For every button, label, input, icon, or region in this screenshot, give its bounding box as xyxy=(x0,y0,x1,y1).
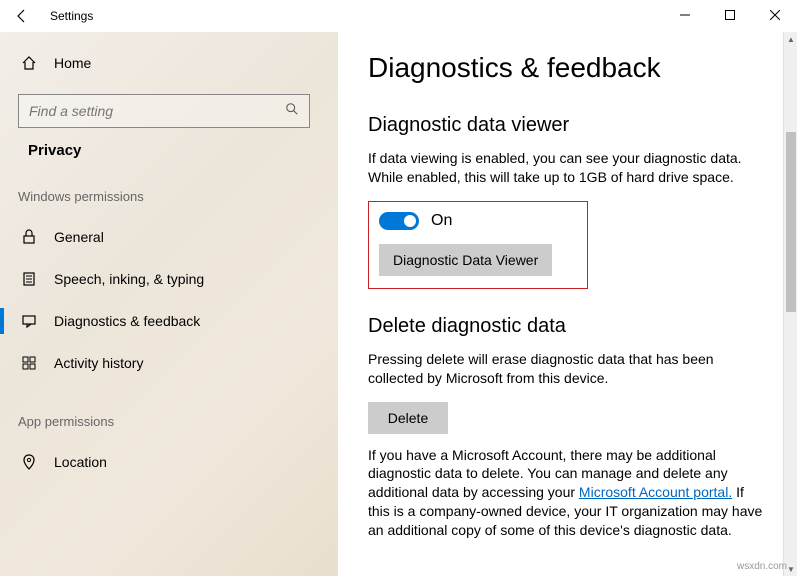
sidebar-item-label: Location xyxy=(54,454,107,470)
scroll-up-icon[interactable]: ▲ xyxy=(784,32,797,46)
scrollbar-thumb[interactable] xyxy=(786,132,796,312)
sidebar-item-diagnostics[interactable]: Diagnostics & feedback xyxy=(10,300,318,342)
window-controls xyxy=(662,0,797,30)
sidebar-group-label: Privacy xyxy=(10,142,318,159)
watermark: wsxdn.com xyxy=(737,561,787,572)
sidebar-item-label: Home xyxy=(54,55,91,71)
back-button[interactable] xyxy=(0,0,44,32)
sidebar-item-speech[interactable]: Speech, inking, & typing xyxy=(10,258,318,300)
clipboard-icon xyxy=(20,270,38,288)
viewer-toggle[interactable] xyxy=(379,212,419,230)
activity-icon xyxy=(20,354,38,372)
feedback-icon xyxy=(20,312,38,330)
delete-description: Pressing delete will erase diagnostic da… xyxy=(368,350,767,388)
diagnostic-data-viewer-button[interactable]: Diagnostic Data Viewer xyxy=(379,244,552,276)
location-icon xyxy=(20,453,38,471)
toggle-knob xyxy=(404,215,416,227)
sidebar: Home Privacy Windows permissions General xyxy=(0,32,338,576)
search-input[interactable] xyxy=(29,103,245,119)
sidebar-item-home[interactable]: Home xyxy=(10,42,318,84)
maximize-button[interactable] xyxy=(707,0,752,30)
sidebar-item-label: Speech, inking, & typing xyxy=(54,271,204,287)
minimize-button[interactable] xyxy=(662,0,707,30)
page-title: Diagnostics & feedback xyxy=(368,52,767,84)
sidebar-item-activity[interactable]: Activity history xyxy=(10,342,318,384)
content-scrollbar[interactable]: ▲ ▼ xyxy=(783,32,797,576)
toggle-label: On xyxy=(431,212,452,230)
sidebar-item-location[interactable]: Location xyxy=(10,441,318,483)
close-button[interactable] xyxy=(752,0,797,30)
home-icon xyxy=(20,54,38,72)
content-pane: Diagnostics & feedback Diagnostic data v… xyxy=(338,32,797,576)
viewer-highlight-box: On Diagnostic Data Viewer xyxy=(368,201,588,289)
titlebar: Settings xyxy=(0,0,797,32)
arrow-left-icon xyxy=(14,8,30,24)
lock-icon xyxy=(20,228,38,246)
sidebar-section-app-permissions: App permissions xyxy=(0,414,338,429)
viewer-description: If data viewing is enabled, you can see … xyxy=(368,149,767,187)
maximize-icon xyxy=(725,10,735,20)
viewer-toggle-row: On xyxy=(379,212,577,230)
delete-more-text: If you have a Microsoft Account, there m… xyxy=(368,446,767,540)
minimize-icon xyxy=(680,10,690,20)
delete-button[interactable]: Delete xyxy=(368,402,448,434)
search-icon xyxy=(285,102,299,121)
sidebar-item-label: General xyxy=(54,229,104,245)
section-heading-viewer: Diagnostic data viewer xyxy=(368,114,767,137)
close-icon xyxy=(770,10,780,20)
sidebar-item-label: Diagnostics & feedback xyxy=(54,313,200,329)
sidebar-item-label: Activity history xyxy=(54,355,143,371)
sidebar-section-windows-permissions: Windows permissions xyxy=(0,189,338,204)
sidebar-item-general[interactable]: General xyxy=(10,216,318,258)
search-box[interactable] xyxy=(18,94,310,128)
microsoft-account-portal-link[interactable]: Microsoft Account portal. xyxy=(579,484,732,500)
section-heading-delete: Delete diagnostic data xyxy=(368,315,767,338)
window-title: Settings xyxy=(50,9,93,23)
